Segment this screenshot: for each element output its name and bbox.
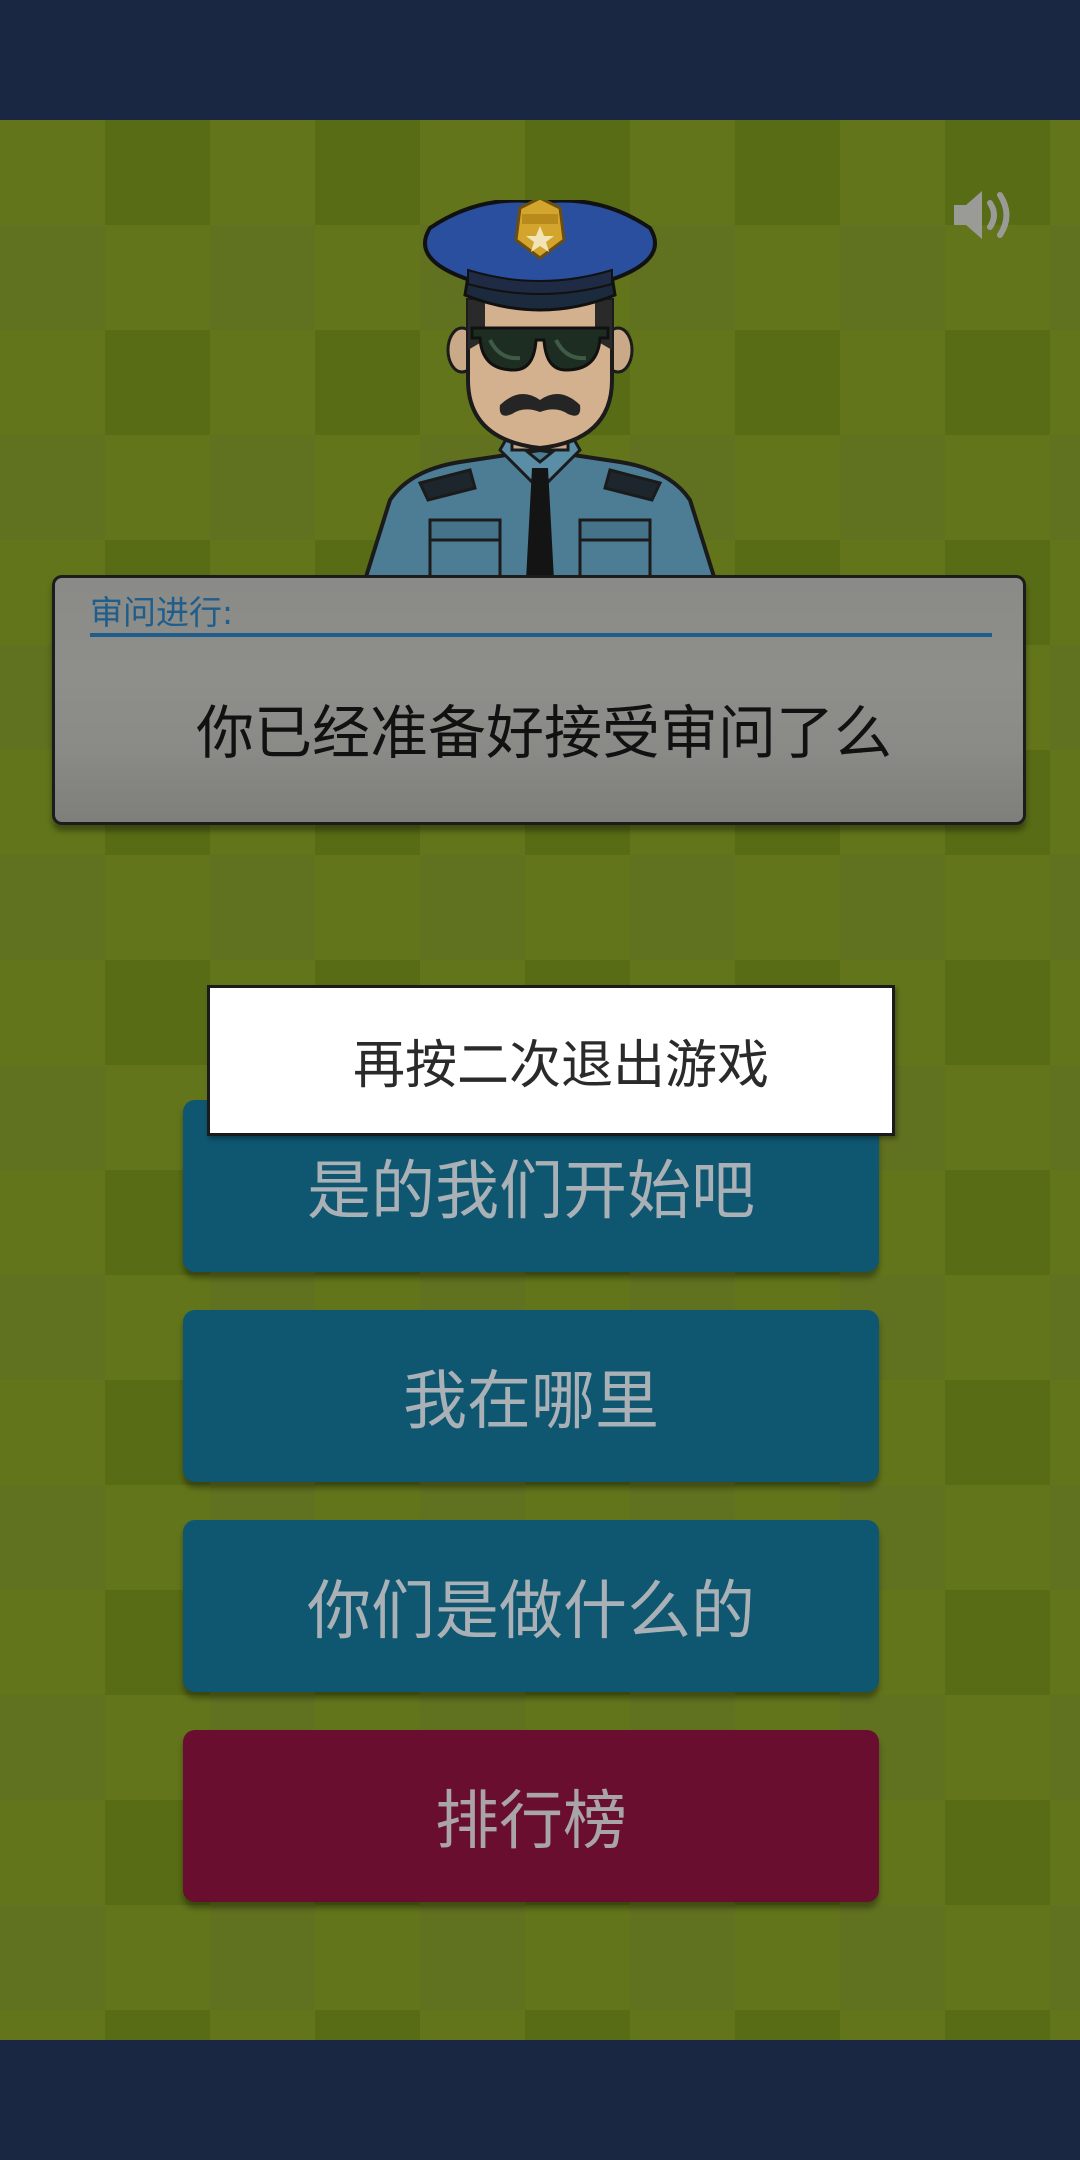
speaker-volume-icon (954, 191, 1010, 239)
leaderboard-button[interactable]: 排行榜 (183, 1730, 879, 1902)
panel-label: 审问进行: (90, 593, 234, 632)
navigation-bar (0, 2040, 1080, 2160)
what-do-you-do-button[interactable]: 你们是做什么的 (183, 1520, 879, 1692)
status-bar (0, 0, 1080, 120)
question-text: 你已经准备好接受审问了么 (195, 699, 892, 767)
where-am-i-button[interactable]: 我在哪里 (183, 1310, 879, 1482)
police-officer-icon (362, 200, 718, 580)
sound-toggle-button[interactable] (948, 180, 1018, 250)
question-panel: 审问进行: 你已经准备好接受审问了么 (52, 575, 1026, 825)
exit-toast: 再按二次退出游戏 (207, 985, 895, 1136)
panel-divider (90, 633, 992, 637)
